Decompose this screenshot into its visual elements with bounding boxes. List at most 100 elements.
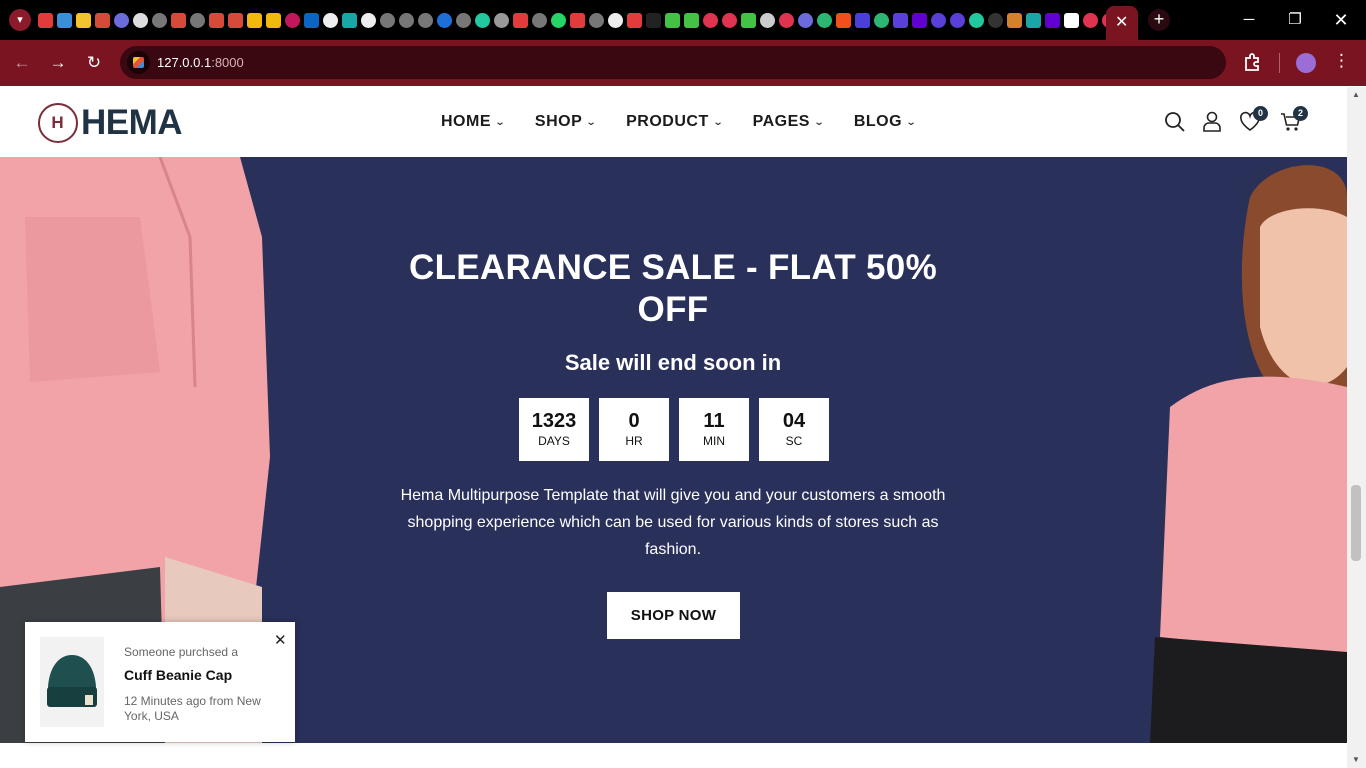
tab-favicon[interactable]	[608, 12, 623, 28]
tab-favicon[interactable]	[1026, 12, 1041, 28]
tab-favicon[interactable]	[57, 12, 72, 28]
tab-favicon[interactable]	[817, 12, 832, 28]
tab-favicon[interactable]	[114, 12, 129, 28]
tab-favicon[interactable]	[475, 12, 490, 28]
tab-favicon[interactable]	[513, 12, 528, 28]
tab-favicon[interactable]	[418, 12, 433, 28]
tab-favicon[interactable]	[323, 12, 338, 28]
scroll-thumb[interactable]	[1351, 485, 1361, 561]
tab-favicon[interactable]	[627, 12, 642, 28]
product-thumbnail[interactable]	[40, 637, 104, 727]
tab-search-button[interactable]: ▾	[9, 9, 31, 31]
tab-favicon[interactable]	[551, 12, 566, 28]
profile-icon[interactable]	[1296, 53, 1316, 73]
pinned-tabs	[38, 0, 1121, 40]
tab-favicon[interactable]	[798, 12, 813, 28]
tab-favicon[interactable]	[589, 12, 604, 28]
site-logo[interactable]: H HEMA	[38, 103, 183, 143]
browser-tab-strip: ▾ ✕ + ─ ❐ ✕	[0, 0, 1366, 40]
close-window-button[interactable]: ✕	[1318, 0, 1364, 40]
tab-favicon[interactable]	[228, 12, 243, 28]
chevron-down-icon: ⌄	[905, 116, 918, 128]
tab-favicon[interactable]	[171, 12, 186, 28]
nav-shop[interactable]: SHOP ⌄	[535, 113, 597, 131]
tab-favicon[interactable]	[361, 12, 376, 28]
tab-favicon[interactable]	[665, 12, 680, 28]
tab-favicon[interactable]	[95, 12, 110, 28]
tab-favicon[interactable]	[285, 12, 300, 28]
countdown-value: 04	[782, 410, 806, 432]
popup-product-name[interactable]: Cuff Beanie Cap	[124, 667, 232, 683]
tab-favicon[interactable]	[38, 12, 53, 28]
tab-favicon[interactable]	[912, 12, 927, 28]
tab-favicon[interactable]	[190, 12, 205, 28]
search-icon[interactable]	[1164, 111, 1186, 133]
nav-pages[interactable]: PAGES ⌄	[753, 113, 825, 131]
tab-favicon[interactable]	[437, 12, 452, 28]
scroll-down-icon[interactable]: ▼	[1352, 755, 1360, 764]
tab-favicon[interactable]	[399, 12, 414, 28]
nav-product[interactable]: PRODUCT ⌄	[626, 113, 723, 131]
tab-favicon[interactable]	[152, 12, 167, 28]
active-tab[interactable]: ✕	[1106, 6, 1138, 40]
tab-favicon[interactable]	[684, 12, 699, 28]
tab-favicon[interactable]	[931, 12, 946, 28]
page-scrollbar[interactable]: ▲ ▼	[1347, 87, 1366, 768]
tab-favicon[interactable]	[855, 12, 870, 28]
tab-favicon[interactable]	[950, 12, 965, 28]
logo-text: HEMA	[81, 103, 183, 142]
tab-favicon[interactable]	[570, 12, 585, 28]
forward-arrow-icon[interactable]: →	[47, 52, 69, 74]
tab-favicon[interactable]	[1045, 12, 1060, 28]
site-info-icon[interactable]	[127, 51, 150, 74]
maximize-button[interactable]: ❐	[1272, 0, 1318, 40]
tab-favicon[interactable]	[133, 12, 148, 28]
browser-toolbar: ← → ↻ 127.0.0.1:8000	[0, 40, 1366, 86]
tab-favicon[interactable]	[1007, 12, 1022, 28]
tab-favicon[interactable]	[266, 12, 281, 28]
tab-favicon[interactable]	[722, 12, 737, 28]
site-header: H HEMA HOME ⌄ SHOP ⌄ PRODUCT ⌄ PAGES ⌄ BLOG ⌄…	[0, 87, 1347, 157]
tab-favicon[interactable]	[893, 12, 908, 28]
tab-favicon[interactable]	[209, 12, 224, 28]
tab-favicon[interactable]	[76, 12, 91, 28]
scroll-up-icon[interactable]: ▲	[1352, 90, 1360, 99]
close-tab-icon[interactable]: ✕	[1115, 12, 1128, 32]
tab-favicon[interactable]	[741, 12, 756, 28]
nav-blog[interactable]: BLOG ⌄	[854, 113, 918, 131]
tab-favicon[interactable]	[969, 12, 984, 28]
tab-favicon[interactable]	[247, 12, 262, 28]
address-bar[interactable]: 127.0.0.1:8000	[120, 46, 1226, 79]
tab-favicon[interactable]	[703, 12, 718, 28]
minimize-button[interactable]: ─	[1226, 0, 1272, 40]
countdown-value: 1323	[531, 410, 577, 432]
chevron-down-icon: ⌄	[494, 116, 507, 128]
tab-favicon[interactable]	[1064, 12, 1079, 28]
tab-favicon[interactable]	[1083, 12, 1098, 28]
kebab-menu-icon[interactable]: ⋮	[1333, 51, 1350, 71]
user-icon[interactable]	[1202, 111, 1224, 133]
back-arrow-icon[interactable]: ←	[11, 52, 33, 74]
tab-favicon[interactable]	[380, 12, 395, 28]
tab-favicon[interactable]	[760, 12, 775, 28]
url-text[interactable]: 127.0.0.1:8000	[157, 55, 244, 70]
tab-favicon[interactable]	[874, 12, 889, 28]
tab-favicon[interactable]	[456, 12, 471, 28]
tab-favicon[interactable]	[304, 12, 319, 28]
nav-home[interactable]: HOME ⌄	[441, 113, 507, 131]
tab-favicon[interactable]	[646, 12, 661, 28]
tab-favicon[interactable]	[836, 12, 851, 28]
new-tab-button[interactable]: +	[1148, 9, 1170, 31]
tab-favicon[interactable]	[342, 12, 357, 28]
hero-title: CLEARANCE SALE - FLAT 50% OFF	[409, 248, 937, 329]
toolbar-divider	[1279, 53, 1280, 73]
countdown-seconds: 04 SC	[759, 398, 829, 461]
extensions-icon[interactable]	[1241, 52, 1263, 74]
reload-icon[interactable]: ↻	[83, 52, 105, 74]
close-icon[interactable]: ✕	[274, 631, 287, 649]
shop-now-button[interactable]: SHOP NOW	[607, 592, 740, 639]
tab-favicon[interactable]	[494, 12, 509, 28]
tab-favicon[interactable]	[779, 12, 794, 28]
tab-favicon[interactable]	[532, 12, 547, 28]
tab-favicon[interactable]	[988, 12, 1003, 28]
